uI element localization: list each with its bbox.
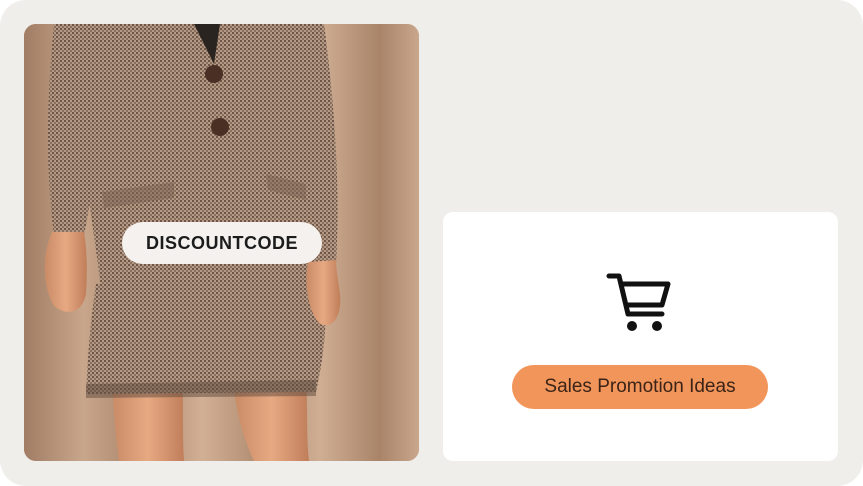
discount-code-label: DISCOUNTCODE bbox=[122, 222, 322, 264]
product-photo-card: DISCOUNTCODE bbox=[24, 24, 419, 461]
promo-card: Sales Promotion Ideas bbox=[443, 212, 838, 461]
sales-promotion-ideas-button[interactable]: Sales Promotion Ideas bbox=[512, 365, 768, 409]
shopping-cart-icon bbox=[606, 273, 671, 331]
canvas: DISCOUNTCODE Sales Promotion Ideas bbox=[0, 0, 863, 486]
